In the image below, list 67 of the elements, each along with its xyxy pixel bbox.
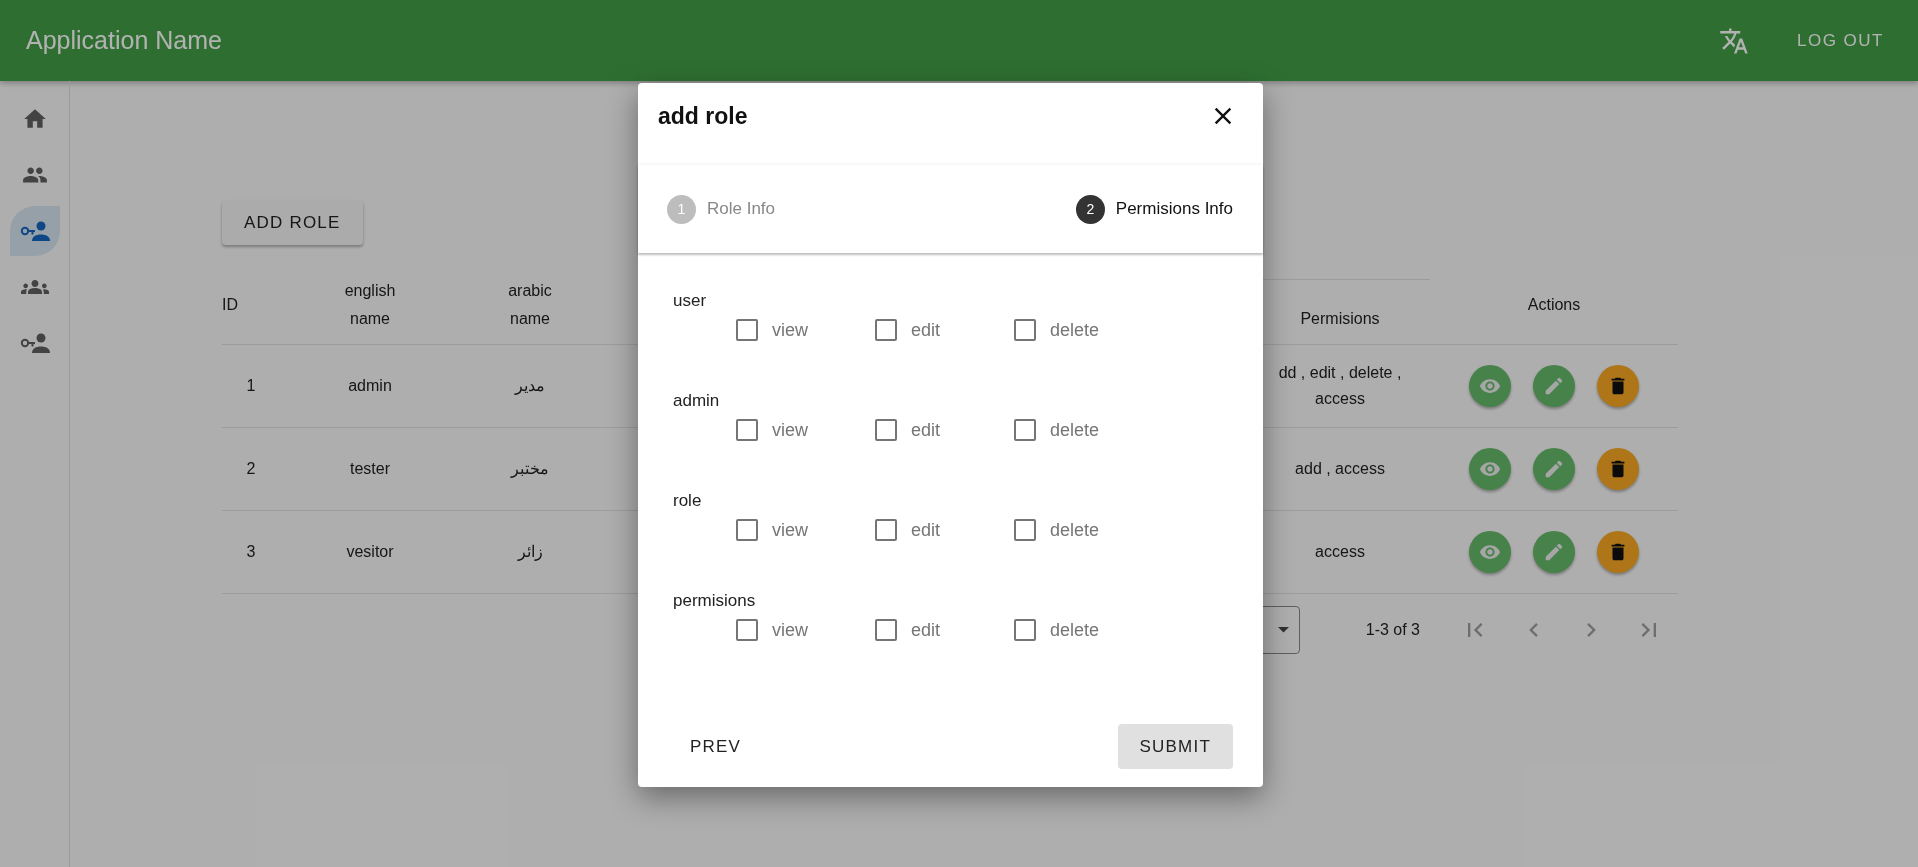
- column-header: arabic name: [507, 281, 553, 329]
- checkbox-label: delete: [1050, 319, 1100, 341]
- checkbox[interactable]: [1014, 319, 1036, 341]
- table-cell-text: زائر: [517, 542, 543, 563]
- checkbox[interactable]: [875, 319, 897, 341]
- key-person-icon: [19, 332, 50, 354]
- checkbox-label: delete: [1050, 419, 1100, 441]
- table-cell-text: access: [1315, 542, 1365, 563]
- checkbox-label: view: [772, 319, 808, 341]
- page-range: 1-3 of 3: [1365, 621, 1420, 639]
- table-cell-text: مدير: [515, 376, 545, 397]
- delete-button[interactable]: [1597, 531, 1639, 573]
- app-title: Application Name: [26, 26, 223, 55]
- table-cell-text: مختبر: [511, 459, 549, 480]
- table-cell-text: 2: [246, 459, 256, 480]
- checkbox[interactable]: [875, 419, 897, 441]
- table-cell-text: add , access: [1295, 459, 1385, 480]
- checkbox[interactable]: [1014, 419, 1036, 441]
- delete-button[interactable]: [1597, 448, 1639, 490]
- checkbox-label: delete: [1050, 519, 1100, 541]
- checkbox[interactable]: [736, 319, 758, 341]
- group-label: permisions: [673, 591, 756, 611]
- table-cell-text: dd , edit , delete , access: [1277, 363, 1403, 409]
- table-cell-text: admin: [348, 376, 392, 397]
- column-header: Permisions: [1300, 308, 1380, 329]
- column-header: Actions: [1430, 265, 1678, 345]
- delete-button[interactable]: [1597, 365, 1639, 407]
- dropdown-caret-icon: [1277, 627, 1289, 633]
- checkbox[interactable]: [736, 619, 758, 641]
- checkbox[interactable]: [736, 519, 758, 541]
- prev-chevron-icon: [1528, 623, 1538, 637]
- table-cell-text: 1: [246, 376, 256, 397]
- table-cell-text: vesitor: [346, 542, 394, 563]
- checkbox-label: view: [772, 519, 808, 541]
- checkbox[interactable]: [875, 519, 897, 541]
- pencil-icon: [1543, 458, 1565, 480]
- checkbox-label: edit: [911, 619, 941, 641]
- pencil-icon: [1543, 375, 1565, 397]
- submit-button[interactable]: SUBMIT: [1117, 724, 1233, 769]
- group-label: role: [673, 491, 702, 511]
- checkbox-label: delete: [1050, 619, 1100, 641]
- step-number: 1: [667, 194, 696, 224]
- dialog-title: add role: [658, 102, 748, 130]
- step-label: Role Info: [707, 199, 776, 219]
- key-person-icon: [19, 220, 50, 242]
- add-role-button[interactable]: ADD ROLE: [222, 200, 363, 245]
- checkbox[interactable]: [736, 419, 758, 441]
- step-number: 2: [1075, 194, 1105, 224]
- sidebar-item[interactable]: [9, 206, 60, 256]
- next-chevron-icon: [1586, 623, 1596, 637]
- table-cell-text: tester: [350, 459, 390, 480]
- column-header: ID: [222, 265, 280, 345]
- checkbox[interactable]: [875, 619, 897, 641]
- column-header: english name: [343, 281, 397, 329]
- group-label: user: [673, 291, 707, 311]
- checkbox[interactable]: [1014, 619, 1036, 641]
- checkbox-label: view: [772, 619, 808, 641]
- step-label: Permisions Info: [1115, 199, 1233, 219]
- table-cell-text: 3: [246, 542, 256, 563]
- checkbox-label: view: [772, 419, 808, 441]
- prev-button[interactable]: PREV: [668, 724, 764, 769]
- checkbox-label: edit: [911, 519, 941, 541]
- checkbox[interactable]: [1014, 519, 1036, 541]
- checkbox-label: edit: [911, 419, 941, 441]
- checkbox-label: edit: [911, 319, 941, 341]
- pencil-icon: [1543, 541, 1565, 563]
- group-label: admin: [673, 391, 720, 411]
